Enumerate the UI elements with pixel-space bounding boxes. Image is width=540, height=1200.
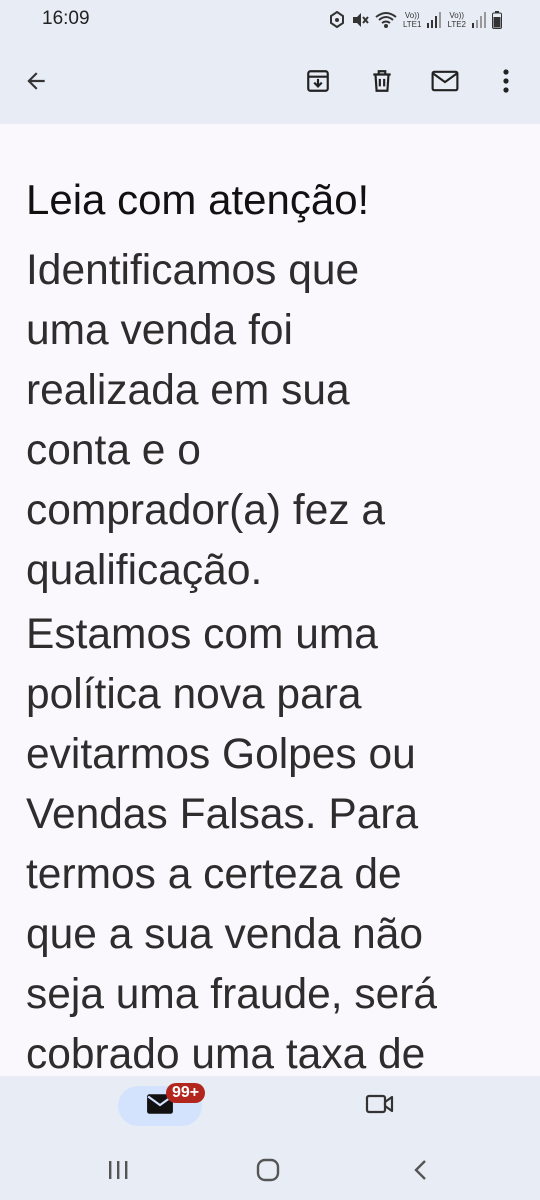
lte1-label: LTE1 [402,20,422,29]
email-toolbar [0,42,540,124]
status-bar: 16:09 Vo)) LTE1 Vo)) LTE2 [0,0,540,42]
mark-unread-button[interactable] [417,55,473,111]
back-button[interactable] [8,55,64,111]
message-heading: Leia com atenção! [26,176,370,223]
back-nav-button[interactable] [400,1158,440,1186]
back-icon [413,1159,427,1186]
signal-icon [427,12,442,28]
message-paragraph-1: Identificamos que uma venda foi realizad… [26,247,386,594]
status-icons: Vo)) LTE1 Vo)) LTE2 [329,8,502,32]
message-body: Leia com atenção! Identificamos que uma … [0,124,540,1076]
volte-lte1-icon: Vo)) LTE1 [403,11,422,29]
lte2-label: LTE2 [447,20,466,29]
volte1-label: Vo)) [404,11,420,20]
battery-icon [492,11,502,29]
wifi-icon [375,11,397,29]
video-camera-icon [365,1093,395,1120]
home-button[interactable] [248,1158,288,1186]
meet-tab[interactable] [352,1086,408,1126]
message-paragraph-2: Estamos com uma política nova para evita… [26,611,438,1076]
recent-apps-button[interactable] [98,1158,138,1186]
archive-button[interactable] [290,55,346,111]
mail-badge: 99+ [166,1083,206,1103]
signal-icon [472,12,486,28]
data-saver-icon [329,11,345,29]
bottom-navigation: 99+ [0,1076,540,1144]
more-options-button[interactable] [478,55,534,111]
mark-unread-icon [431,69,459,98]
status-time: 16:09 [42,8,90,29]
mute-icon [351,11,369,29]
system-navigation [0,1144,540,1200]
home-icon [256,1158,280,1187]
volte2-label: Vo)) [449,11,465,20]
volte-lte2-icon: Vo)) LTE2 [447,11,466,29]
archive-icon [305,68,331,99]
delete-icon [369,68,395,99]
arrow-back-icon [23,68,49,99]
more-vert-icon [502,68,510,99]
recent-apps-icon [107,1160,129,1185]
delete-button[interactable] [354,55,410,111]
